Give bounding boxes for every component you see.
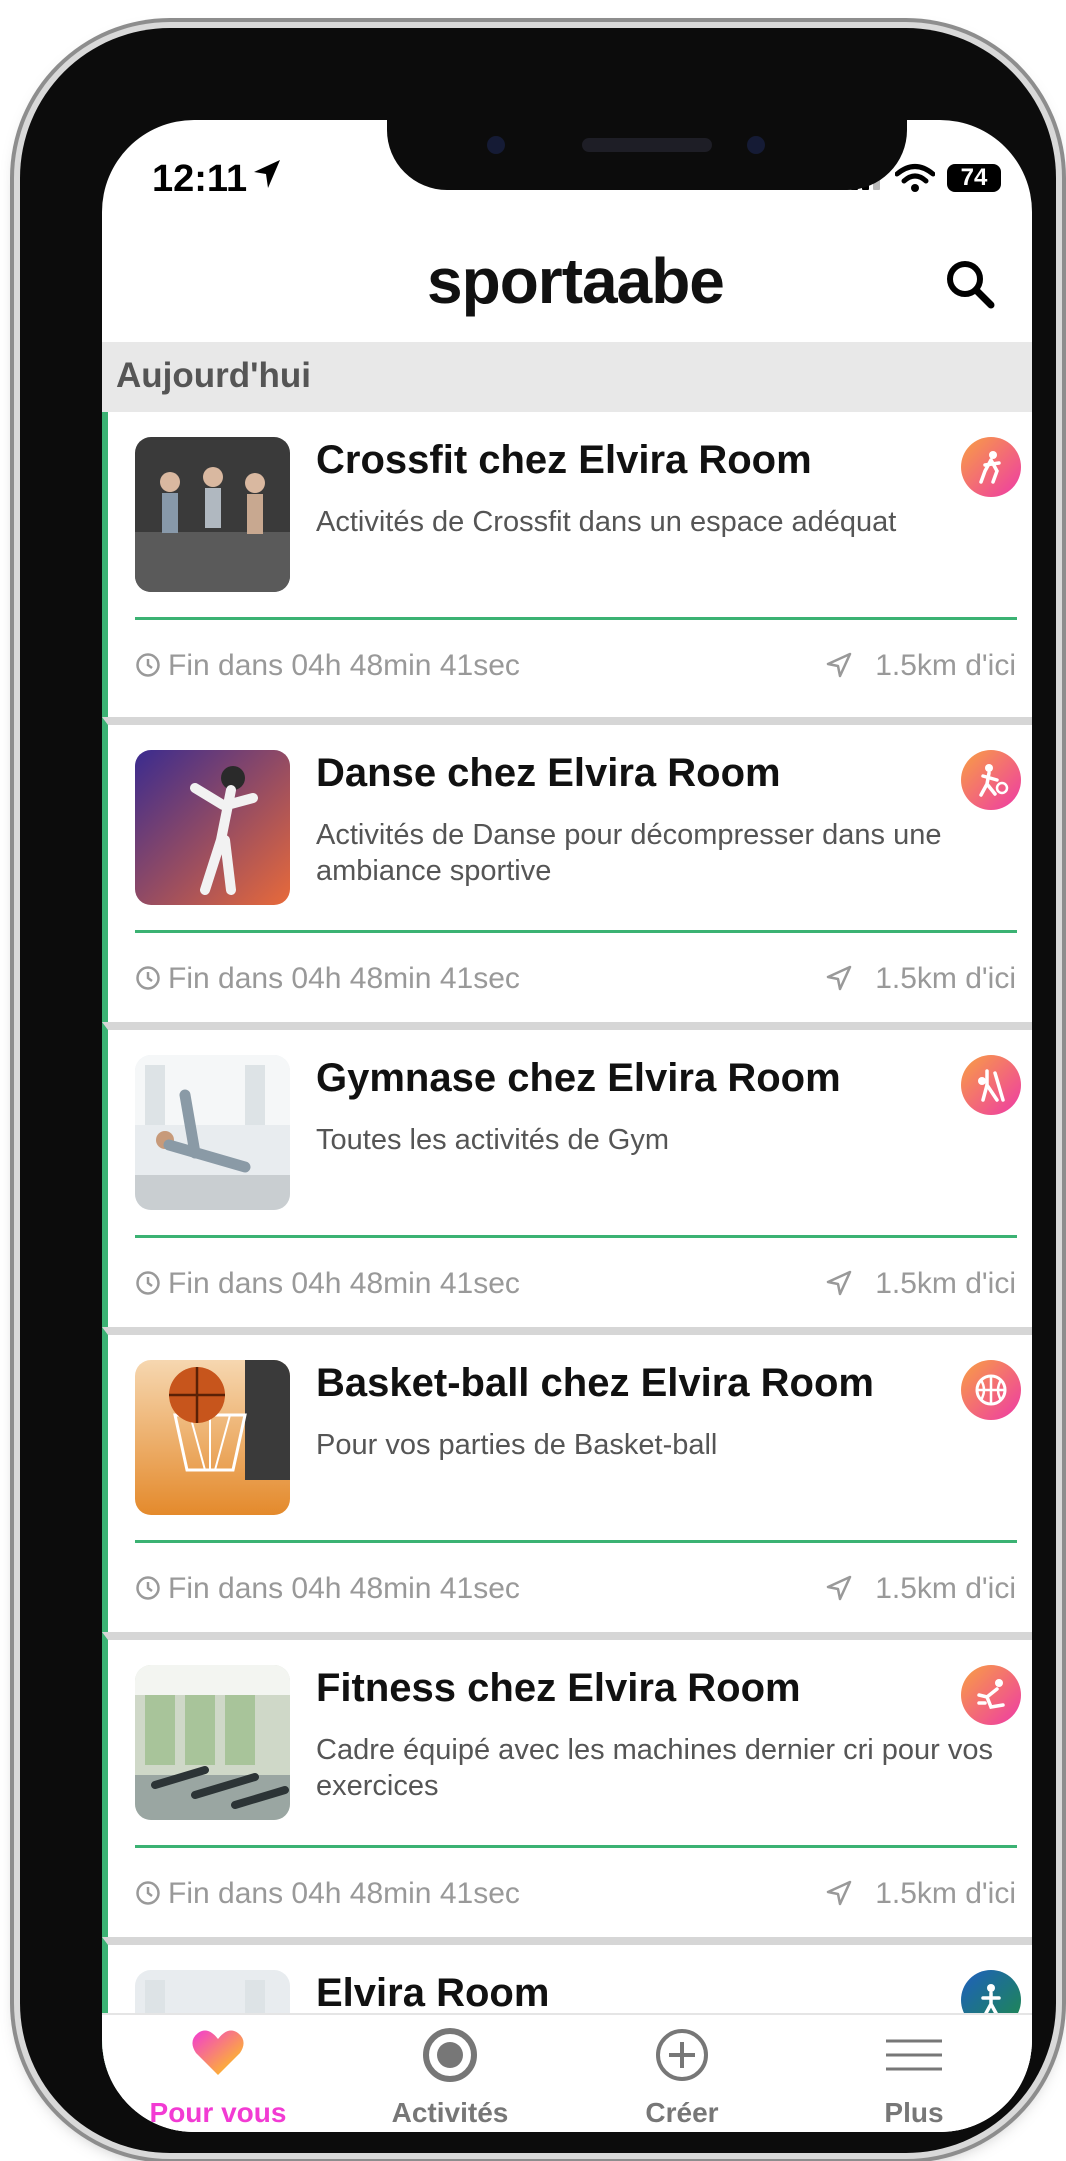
- app-logo: sportaabe: [427, 244, 725, 318]
- section-title: Aujourd'hui: [116, 356, 311, 395]
- clock-icon: [136, 1271, 160, 1295]
- time-remaining: Fin dans 04h 48min 41sec: [168, 1572, 520, 1605]
- phone-frame: 12:11 74 sportaabe Aujourd'hui Crossfit …: [20, 28, 1056, 2153]
- tab-label: Plus: [884, 2097, 944, 2128]
- distance: 1.5km d'ici: [875, 962, 1016, 995]
- time-remaining: Fin dans 04h 48min 41sec: [168, 1267, 520, 1300]
- crossfit-icon: [961, 437, 1021, 497]
- activity-title: Basket-ball chez Elvira Room: [316, 1361, 874, 1405]
- activity-title: Fitness chez Elvira Room: [316, 1666, 801, 1710]
- basketball-icon: [961, 1360, 1021, 1420]
- tab-label: Pour vous: [149, 2097, 287, 2128]
- activity-description: Activités de Danse pour décompresser dan…: [316, 819, 942, 887]
- time-remaining: Fin dans 04h 48min 41sec: [168, 649, 520, 682]
- search-icon[interactable]: [944, 258, 996, 310]
- speaker: [582, 138, 712, 152]
- activity-title: Gymnase chez Elvira Room: [316, 1056, 841, 1100]
- status-time: 12:11: [152, 158, 248, 200]
- activity-description: Pour vos parties de Basket-ball: [316, 1429, 718, 1461]
- activity-title: Elvira Room: [316, 1971, 550, 2015]
- clock-icon: [136, 653, 160, 677]
- time-remaining: Fin dans 04h 48min 41sec: [168, 1877, 520, 1910]
- location-arrow-icon: [826, 965, 852, 991]
- activity-card[interactable]: Basket-ball chez Elvira Room Pour vos pa…: [102, 1327, 1032, 1632]
- app-header: sportaabe: [102, 230, 1032, 340]
- menu-icon: [886, 2039, 942, 2071]
- card-divider: [135, 1235, 1017, 1238]
- location-arrow-icon: [826, 1575, 852, 1601]
- activity-thumbnail: [135, 1360, 290, 1515]
- activity-list: Crossfit chez Elvira Room Activités de C…: [102, 412, 1032, 2132]
- gym-icon: [961, 1055, 1021, 1115]
- distance: 1.5km d'ici: [875, 649, 1016, 682]
- tab-activites[interactable]: Activités: [334, 2015, 566, 2132]
- card-divider: [135, 1540, 1017, 1543]
- wifi-icon: [895, 164, 935, 192]
- logo-text: sportaabe: [427, 245, 725, 317]
- screen: 12:11 74 sportaabe Aujourd'hui Crossfit …: [102, 120, 1032, 2132]
- card-divider: [135, 617, 1017, 620]
- notch: [387, 120, 907, 190]
- dance-icon: [961, 750, 1021, 810]
- activity-description: Activités de Crossfit dans un espace adé…: [316, 506, 897, 538]
- location-arrow-icon: [826, 1270, 852, 1296]
- activity-card[interactable]: Gymnase chez Elvira Room Toutes les acti…: [102, 1022, 1032, 1327]
- activity-thumbnail: [135, 437, 290, 592]
- time-remaining: Fin dans 04h 48min 41sec: [168, 962, 520, 995]
- plus-circle-icon: [656, 2029, 708, 2081]
- activity-thumbnail: [135, 1055, 290, 1210]
- sensor: [747, 136, 765, 154]
- activity-description: Cadre équipé avec les machines dernier c…: [316, 1734, 994, 1802]
- silent-switch: [10, 340, 20, 450]
- volume-button: [10, 480, 20, 595]
- location-arrow-icon: [826, 652, 852, 678]
- section-header-today: Aujourd'hui: [102, 342, 1032, 412]
- fitness-icon: [961, 1665, 1021, 1725]
- location-arrow-icon: [254, 160, 280, 188]
- distance: 1.5km d'ici: [875, 1572, 1016, 1605]
- activity-thumbnail: [135, 1665, 290, 1820]
- activity-card[interactable]: Fitness chez Elvira Room Cadre équipé av…: [102, 1632, 1032, 1937]
- card-divider: [135, 930, 1017, 933]
- activity-title: Crossfit chez Elvira Room: [316, 438, 812, 482]
- activity-thumbnail: [135, 750, 290, 905]
- distance: 1.5km d'ici: [875, 1877, 1016, 1910]
- heart-icon: [192, 2030, 244, 2075]
- location-arrow-icon: [826, 1880, 852, 1906]
- tab-bar: Pour vous Activités Créer Plus: [102, 2013, 1032, 2132]
- target-icon: [423, 2028, 477, 2082]
- tab-creer[interactable]: Créer: [566, 2015, 798, 2132]
- clock-icon: [136, 966, 160, 990]
- tab-label: Activités: [391, 2097, 509, 2128]
- camera: [487, 136, 505, 154]
- activity-card[interactable]: Crossfit chez Elvira Room Activités de C…: [102, 412, 1032, 717]
- activity-card[interactable]: Danse chez Elvira Room Activités de Dans…: [102, 717, 1032, 1022]
- clock-icon: [136, 1576, 160, 1600]
- tab-plus[interactable]: Plus: [798, 2015, 1030, 2132]
- clock-icon: [136, 1881, 160, 1905]
- card-divider: [135, 1845, 1017, 1848]
- tab-label: Créer: [645, 2097, 719, 2128]
- distance: 1.5km d'ici: [875, 1267, 1016, 1300]
- battery-indicator: 74: [947, 164, 1001, 192]
- tab-pour-vous[interactable]: Pour vous: [102, 2015, 334, 2132]
- activity-title: Danse chez Elvira Room: [316, 751, 781, 795]
- activity-description: Toutes les activités de Gym: [316, 1124, 669, 1156]
